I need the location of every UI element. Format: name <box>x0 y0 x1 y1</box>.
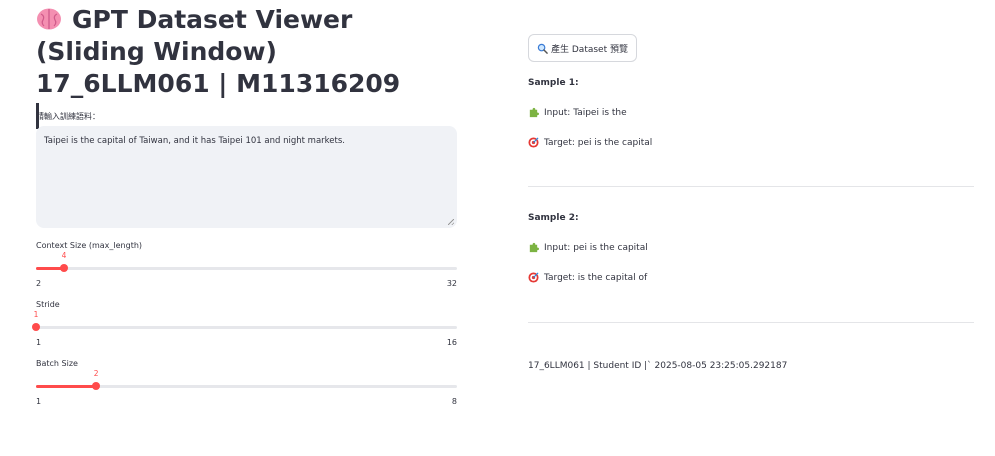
stride-slider[interactable]: 1 1 16 <box>32 310 457 347</box>
generate-preview-button[interactable]: 產生 Dataset 預覽 <box>528 34 637 62</box>
slider-value: 1 <box>33 310 39 319</box>
brain-icon <box>37 8 61 30</box>
slider-value: 2 <box>93 369 99 378</box>
slider-min: 1 <box>36 338 42 347</box>
page-title-text: GPT Dataset Viewer (Sliding Window) 17_6… <box>36 5 401 98</box>
puzzle-piece-icon <box>529 107 539 118</box>
context-size-label: Context Size (max_length) <box>36 241 143 250</box>
resize-handle-icon[interactable] <box>448 219 454 225</box>
stride-label: Stride <box>36 300 60 309</box>
slider-track <box>36 267 457 270</box>
slider-thumb[interactable] <box>92 382 101 390</box>
sample-1-input: Input: Taipei is the <box>544 107 627 118</box>
sample-1-title: Sample 1: <box>528 78 579 88</box>
corpus-text: Taipei is the capital of Taiwan, and it … <box>44 136 345 146</box>
slider-max: 32 <box>446 279 457 288</box>
sample-1-target-row: Target: pei is the capital <box>528 137 652 148</box>
batch-size-slider[interactable]: 2 1 8 <box>36 369 457 406</box>
sample-2-title: Sample 2: <box>528 213 579 223</box>
sample-2-input: Input: pei is the capital <box>544 242 648 253</box>
sample-2-target-row: Target: is the capital of <box>528 272 647 283</box>
slider-min: 2 <box>36 279 42 288</box>
corpus-label: 請輸入訓練語料： <box>36 112 100 121</box>
slider-thumb[interactable] <box>60 264 69 272</box>
context-size-slider[interactable]: 4 2 32 <box>36 251 457 288</box>
slider-max: 8 <box>451 397 457 406</box>
sample-1-input-row: Input: Taipei is the <box>528 107 627 118</box>
batch-size-label: Batch Size <box>36 359 78 368</box>
slider-min: 1 <box>36 397 42 406</box>
generate-preview-label: 產生 Dataset 預覽 <box>551 44 628 55</box>
slider-track <box>36 326 457 329</box>
sample-1-target: Target: pei is the capital <box>544 137 653 148</box>
sample-2-target: Target: is the capital of <box>544 272 648 283</box>
puzzle-piece-icon <box>529 242 539 253</box>
slider-fill <box>36 385 97 388</box>
slider-thumb[interactable] <box>32 323 40 331</box>
divider <box>528 186 974 187</box>
divider <box>528 322 974 323</box>
magnifier-icon <box>537 43 548 54</box>
target-icon <box>528 137 539 148</box>
target-icon <box>528 272 539 283</box>
slider-value: 4 <box>61 251 67 260</box>
slider-max: 16 <box>446 338 457 347</box>
footer-text: 17_6LLM061 | Student ID |` 2025-08-05 23… <box>528 361 788 371</box>
corpus-textarea[interactable]: Taipei is the capital of Taiwan, and it … <box>36 126 457 228</box>
sample-2-input-row: Input: pei is the capital <box>528 242 648 253</box>
